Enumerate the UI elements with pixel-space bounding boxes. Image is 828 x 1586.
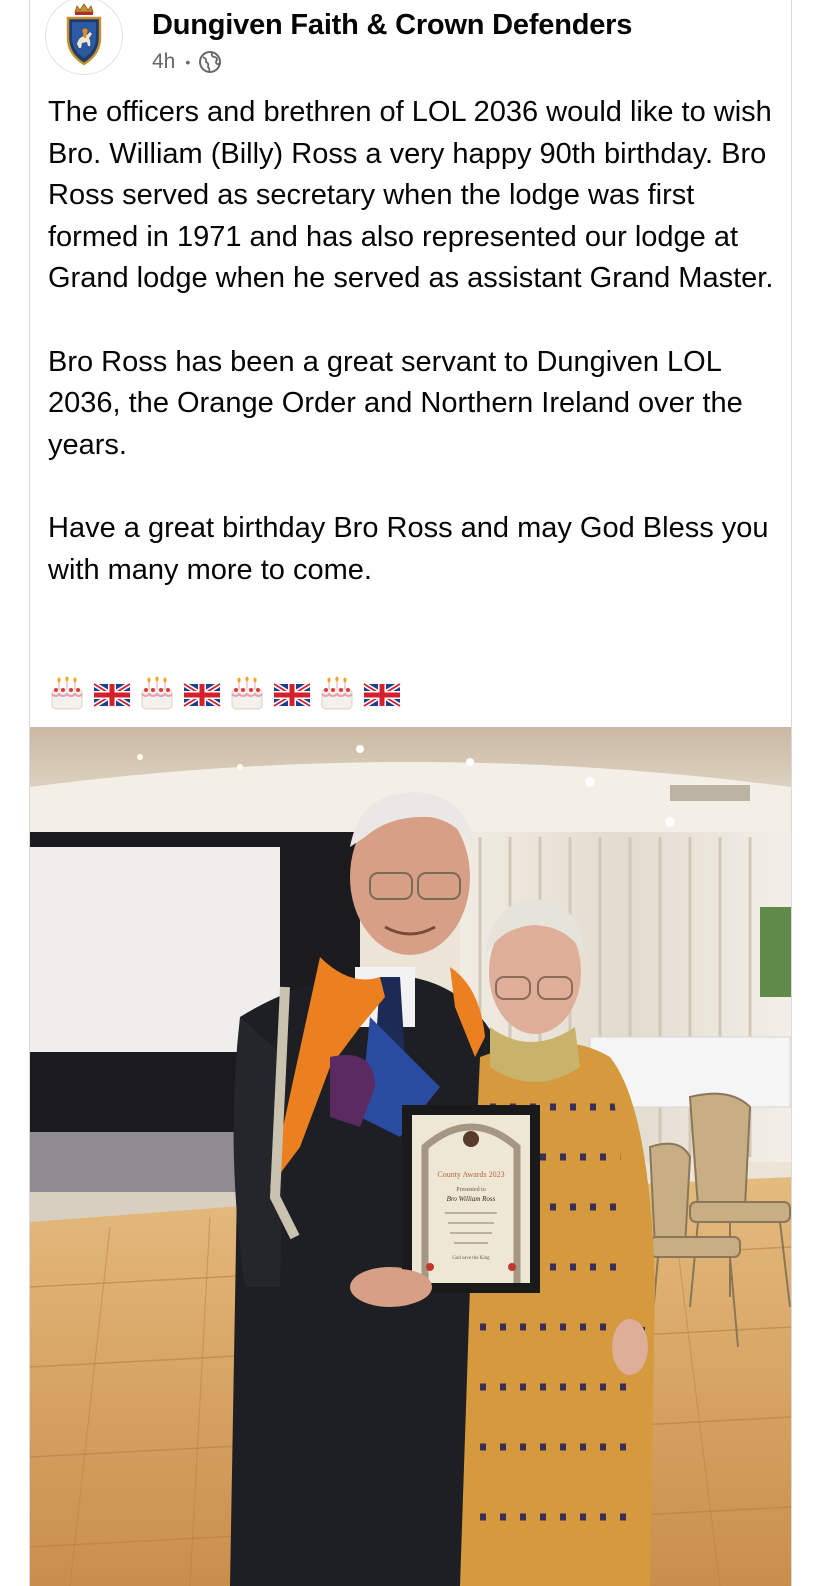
photo-illustration: County Awards 2023 Presented to Bro Will… [30,727,791,1586]
post-paragraph: Bro Ross has been a great servant to Dun… [48,345,743,461]
union-jack-flag-icon [363,681,401,709]
post-body: The officers and brethren of LOL 2036 wo… [48,92,778,633]
certificate-presented-to: Presented to [456,1187,486,1193]
page-avatar[interactable] [45,0,123,75]
union-jack-flag-icon [183,681,221,709]
framed-certificate: County Awards 2023 Presented to Bro Will… [402,1105,540,1293]
page-name-link[interactable]: Dungiven Faith & Crown Defenders [152,9,632,42]
birthday-cake-icon [231,676,263,710]
globe-icon[interactable] [198,50,222,74]
birthday-cake-icon [321,676,353,710]
post-header: Dungiven Faith & Crown Defenders 4h • [44,0,784,80]
emoji-row [48,675,408,715]
certificate-recipient: Bro William Ross [447,1195,496,1203]
union-jack-flag-icon [273,681,311,709]
meta-separator: • [185,54,191,70]
post-paragraph: The officers and brethren of LOL 2036 wo… [48,96,774,295]
union-jack-flag-icon [93,681,131,709]
birthday-cake-icon [141,676,173,710]
post-photo[interactable]: County Awards 2023 Presented to Bro Will… [30,727,791,1586]
post-meta: 4h • [152,48,222,76]
post-paragraph: Have a great birthday Bro Ross and may G… [48,511,769,586]
certificate-footer: God save the King [452,1256,490,1261]
certificate-heading: County Awards 2023 [437,1170,504,1179]
post-timestamp[interactable]: 4h [152,50,175,74]
birthday-cake-icon [51,676,83,710]
post-card: Dungiven Faith & Crown Defenders 4h • Th… [29,0,792,1586]
lodge-crest-logo [46,0,122,74]
